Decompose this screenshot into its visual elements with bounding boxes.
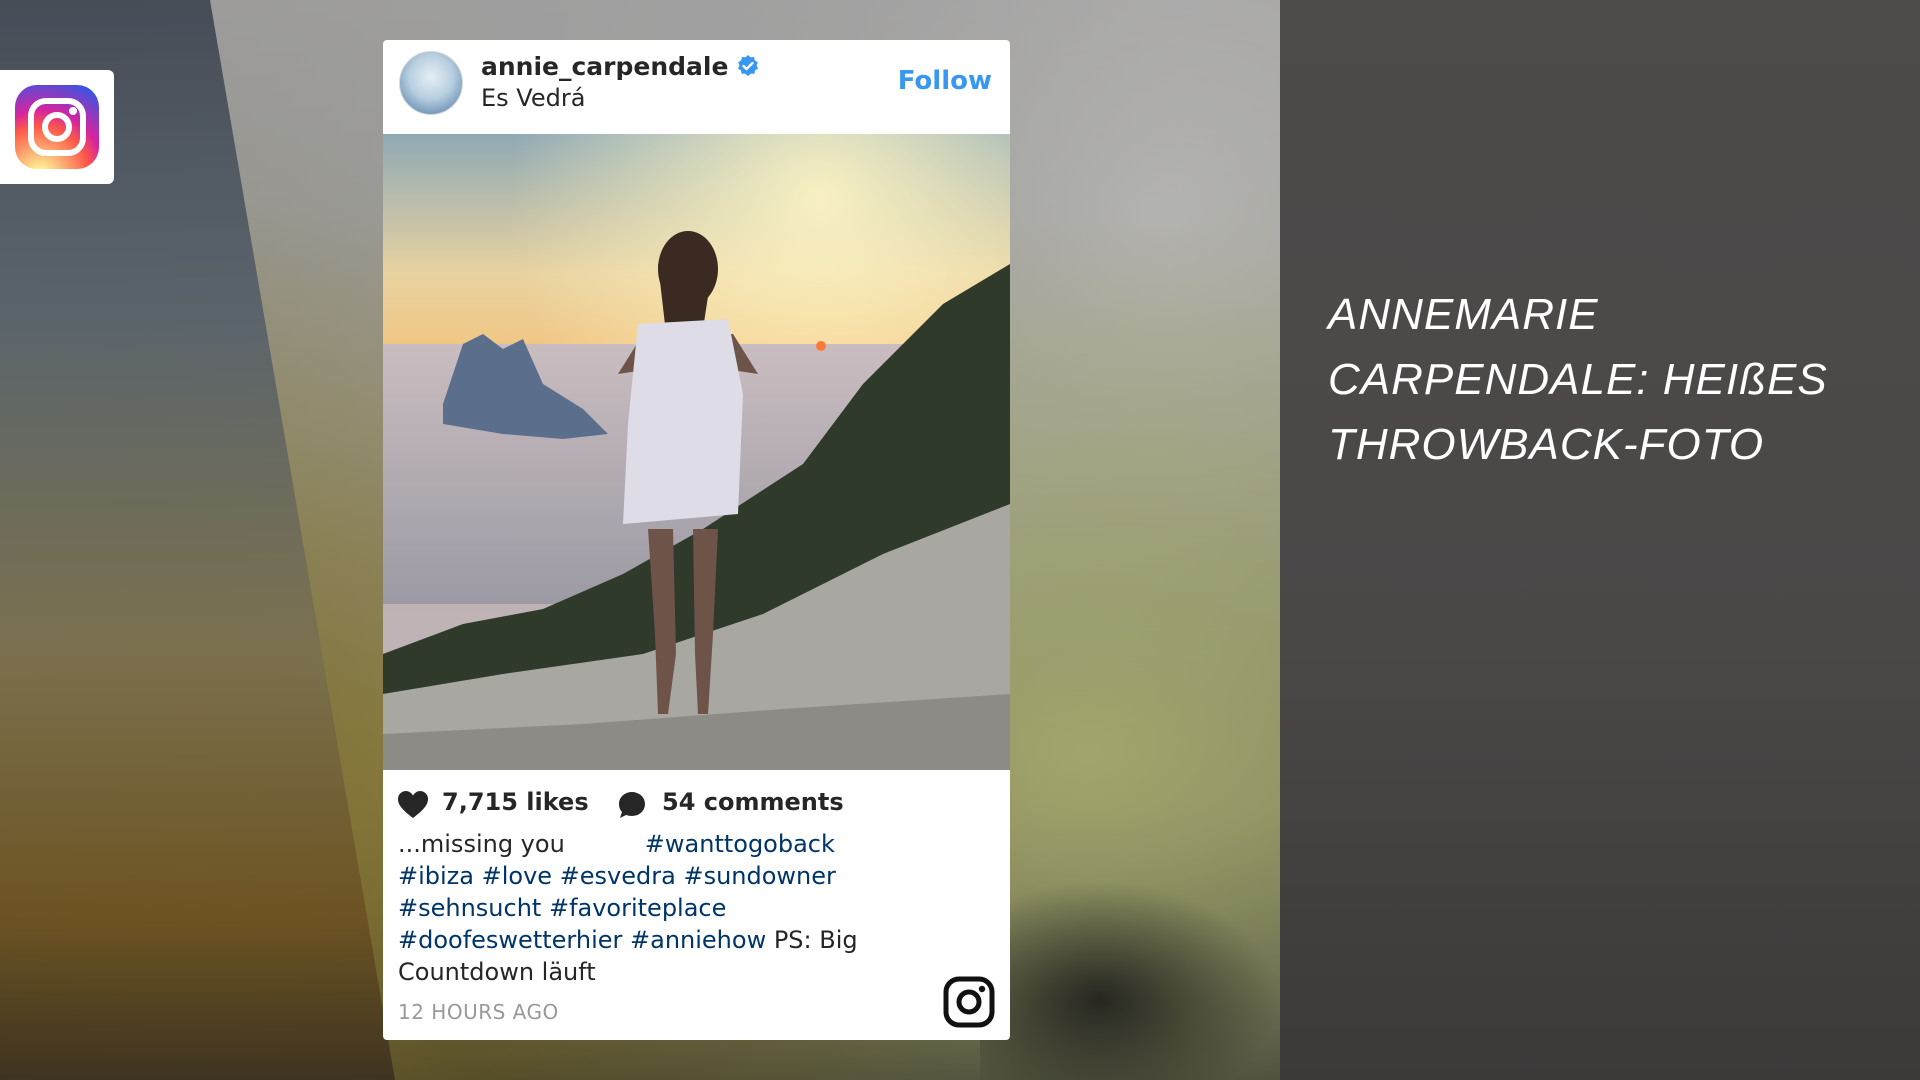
follow-button[interactable]: Follow bbox=[898, 66, 992, 96]
heart-icon[interactable] bbox=[398, 791, 428, 823]
hashtag-link[interactable]: #sehnsucht #favoriteplace bbox=[398, 892, 958, 924]
instagram-post-card: annie_carpendale Es Vedrá Follow 7,715 l… bbox=[383, 40, 1010, 1040]
instagram-logo-icon bbox=[15, 85, 99, 169]
caption-text: ...missing you bbox=[398, 830, 565, 858]
headline: ANNEMARIE CARPENDALE: HEIßES THROWBACK-F… bbox=[1328, 282, 1888, 477]
blurred-shadow bbox=[980, 880, 1280, 1080]
caption-text: Countdown läuft bbox=[398, 958, 596, 986]
headline-line-1: ANNEMARIE bbox=[1328, 290, 1599, 339]
hashtag-link[interactable]: #wanttogoback bbox=[645, 830, 835, 858]
instagram-glyph-icon[interactable] bbox=[942, 975, 996, 1029]
post-header: annie_carpendale Es Vedrá Follow bbox=[383, 40, 1010, 134]
likes-count[interactable]: 7,715 likes bbox=[442, 788, 589, 816]
post-timestamp: 12 HOURS AGO bbox=[398, 1000, 559, 1024]
avatar[interactable] bbox=[399, 51, 463, 115]
comment-bubble-icon[interactable] bbox=[618, 791, 646, 823]
headline-panel bbox=[1280, 0, 1920, 1080]
verified-badge-icon bbox=[736, 54, 760, 78]
caption-text: PS: Big bbox=[766, 926, 858, 954]
post-stats: 7,715 likes 54 comments bbox=[398, 788, 998, 824]
instagram-badge bbox=[0, 70, 114, 184]
post-location[interactable]: Es Vedrá bbox=[481, 84, 585, 112]
hashtag-link[interactable]: #ibiza #love #esvedra #sundowner bbox=[398, 860, 958, 892]
hashtag-link[interactable]: #doofeswetterhier #anniehow bbox=[398, 926, 766, 954]
headline-line-2: CARPENDALE: HEIßES bbox=[1328, 355, 1828, 404]
username[interactable]: annie_carpendale bbox=[481, 52, 728, 81]
post-photo bbox=[383, 134, 1010, 770]
comments-count[interactable]: 54 comments bbox=[662, 788, 844, 816]
headline-line-3: THROWBACK-FOTO bbox=[1328, 420, 1765, 469]
post-caption: ...missing you #wanttogoback #ibiza #love… bbox=[398, 828, 958, 988]
